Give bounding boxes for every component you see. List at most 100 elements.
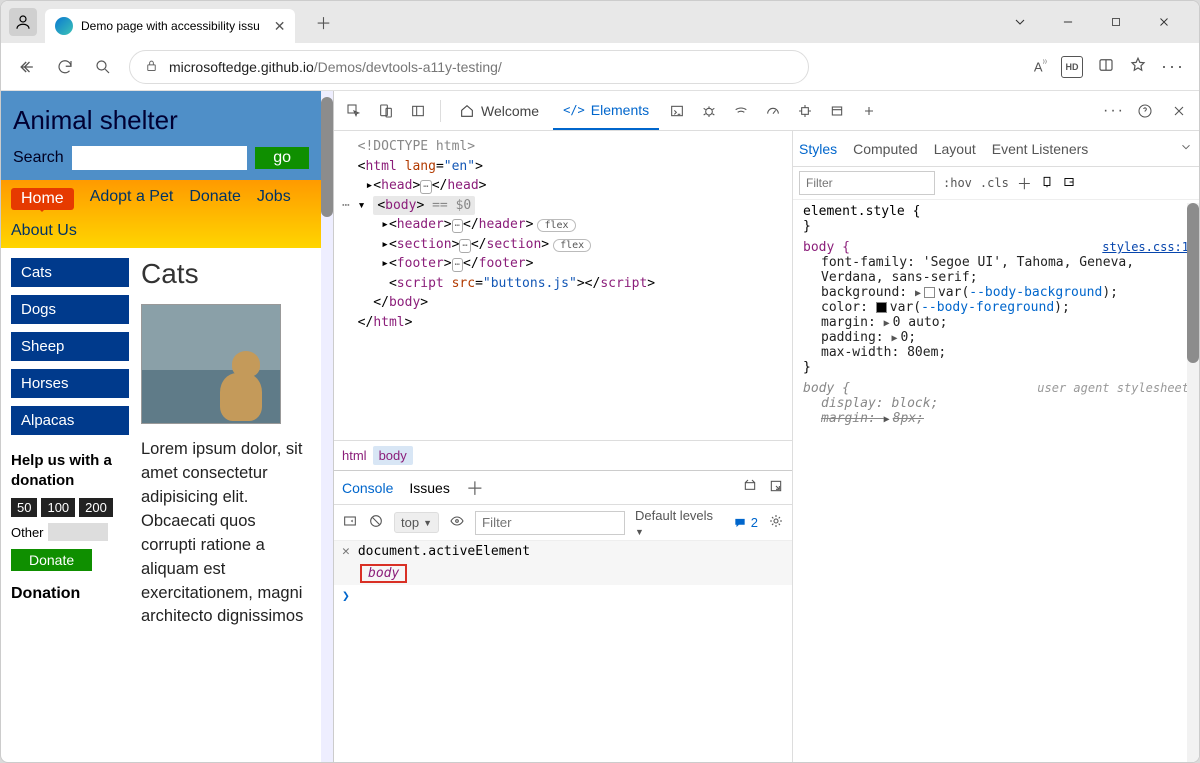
browser-tab[interactable]: Demo page with accessibility issu ✕: [45, 9, 295, 43]
dock-drawer-button[interactable]: [768, 478, 784, 497]
nav-donate[interactable]: Donate: [189, 188, 241, 210]
refresh-button[interactable]: [53, 55, 77, 79]
page-scrollbar[interactable]: [321, 91, 333, 762]
drawer-tab-issues[interactable]: Issues: [409, 480, 449, 496]
gauge-icon: [765, 103, 781, 119]
close-window-button[interactable]: [1149, 7, 1179, 37]
crumb-body[interactable]: body: [373, 446, 413, 465]
tab-memory-icon[interactable]: [791, 97, 819, 125]
tab-network-icon[interactable]: [727, 97, 755, 125]
nav-jobs[interactable]: Jobs: [257, 188, 291, 210]
other-amount-input[interactable]: [48, 523, 108, 541]
sidebar-item-dogs[interactable]: Dogs: [11, 295, 129, 324]
tabs-overview-button[interactable]: [1005, 7, 1035, 37]
url-bar[interactable]: microsoftedge.github.io/Demos/devtools-a…: [129, 50, 809, 84]
issues-count-badge[interactable]: 2: [733, 515, 758, 530]
site-search-input[interactable]: [72, 146, 248, 170]
search-button[interactable]: [91, 55, 115, 79]
clear-icon: [368, 513, 384, 529]
donate-button[interactable]: Donate: [11, 549, 92, 571]
console-settings-button[interactable]: [768, 513, 784, 532]
log-result-highlighted[interactable]: body: [360, 564, 407, 583]
device-toggle-button[interactable]: [372, 97, 400, 125]
styles-tab-styles[interactable]: Styles: [799, 141, 837, 157]
minimize-button[interactable]: [1053, 7, 1083, 37]
person-icon: [14, 13, 32, 31]
wifi-icon: [733, 103, 749, 119]
hd-button[interactable]: HD: [1061, 56, 1083, 78]
live-expr-button[interactable]: [449, 513, 465, 532]
read-aloud-button[interactable]: A⁾⁾: [1034, 58, 1047, 74]
toggle-layout-button[interactable]: [1062, 175, 1076, 192]
toggle-cls-button[interactable]: .cls: [980, 176, 1009, 190]
rendered-page: Animal shelter Search go Home Adopt a Pe…: [1, 91, 321, 762]
sidebar-item-alpacas[interactable]: Alpacas: [11, 406, 129, 435]
nav-about[interactable]: About Us: [11, 222, 77, 240]
tab-performance-icon[interactable]: [759, 97, 787, 125]
expand-drawer-button[interactable]: [742, 478, 758, 497]
log-expression: document.activeElement: [358, 544, 530, 559]
styles-body[interactable]: element.style { } body {styles.css:1 fon…: [793, 200, 1199, 762]
dom-tree[interactable]: <!DOCTYPE html> <html lang="en"> ▸<head>…: [334, 131, 792, 440]
nav-home[interactable]: Home: [11, 188, 74, 210]
tab-welcome[interactable]: Welcome: [449, 92, 549, 130]
new-tab-button[interactable]: ＋: [309, 8, 337, 36]
site-title: Animal shelter: [13, 105, 309, 136]
styles-tab-computed[interactable]: Computed: [853, 141, 918, 157]
reader-button[interactable]: [1097, 56, 1115, 77]
dom-selected-body[interactable]: ⋯ ▾ <body> == $0: [342, 196, 784, 216]
tab-sources-icon[interactable]: [695, 97, 723, 125]
styles-scrollbar[interactable]: [1187, 203, 1199, 762]
lock-icon: [144, 58, 159, 76]
sidebar-item-sheep[interactable]: Sheep: [11, 332, 129, 361]
sidebar-item-horses[interactable]: Horses: [11, 369, 129, 398]
new-style-rule-button[interactable]: ＋: [1017, 173, 1032, 194]
console-context-selector[interactable]: top ▼: [394, 512, 439, 533]
search-go-button[interactable]: go: [255, 147, 309, 169]
profile-button[interactable]: [9, 8, 37, 36]
clear-console-button[interactable]: [368, 513, 384, 532]
donation-heading: Donation: [11, 585, 129, 603]
nav-adopt[interactable]: Adopt a Pet: [90, 188, 174, 210]
crumb-html[interactable]: html: [342, 448, 367, 463]
styles-tab-events[interactable]: Event Listeners: [992, 141, 1089, 157]
search-icon: [94, 58, 112, 76]
sidebar-item-cats[interactable]: Cats: [11, 258, 129, 287]
more-button[interactable]: ···: [1161, 56, 1185, 77]
maximize-button[interactable]: [1101, 7, 1131, 37]
favorite-button[interactable]: [1129, 56, 1147, 77]
console-prompt[interactable]: ❯: [334, 585, 792, 608]
tab-elements[interactable]: </> Elements: [553, 92, 659, 130]
chevron-down-icon: [1179, 140, 1193, 154]
styles-overflow-button[interactable]: [1179, 140, 1193, 157]
drawer-add-tab-button[interactable]: ＋: [466, 475, 484, 501]
help-button[interactable]: [1131, 97, 1159, 125]
more-tabs-button[interactable]: [855, 97, 883, 125]
donation-200[interactable]: 200: [79, 498, 113, 517]
dismiss-log-button[interactable]: ✕: [342, 544, 350, 559]
donation-100[interactable]: 100: [41, 498, 75, 517]
close-icon: [1171, 103, 1187, 119]
styles-tab-layout[interactable]: Layout: [934, 141, 976, 157]
devtools-more-button[interactable]: ···: [1103, 102, 1125, 120]
console-sidebar-toggle[interactable]: [342, 513, 358, 532]
copy-styles-button[interactable]: [1040, 175, 1054, 192]
tab-close-button[interactable]: ✕: [274, 18, 286, 35]
toggle-hov-button[interactable]: :hov: [943, 176, 972, 190]
breadcrumbs[interactable]: html body: [334, 440, 792, 470]
close-devtools-button[interactable]: [1165, 97, 1193, 125]
log-levels-selector[interactable]: Default levels ▼: [635, 508, 723, 538]
styles-filter-input[interactable]: [799, 171, 935, 195]
chevron-down-icon: [1012, 14, 1028, 30]
inspect-button[interactable]: [340, 97, 368, 125]
console-filter-input[interactable]: [475, 511, 625, 535]
source-link[interactable]: styles.css:1: [1102, 240, 1189, 254]
chat-icon: [733, 516, 747, 530]
refresh-icon: [56, 58, 74, 76]
back-button[interactable]: [15, 55, 39, 79]
tab-console-icon[interactable]: [663, 97, 691, 125]
toggle-sidebar-button[interactable]: [404, 97, 432, 125]
drawer-tab-console[interactable]: Console: [342, 480, 393, 496]
tab-application-icon[interactable]: [823, 97, 851, 125]
donation-50[interactable]: 50: [11, 498, 37, 517]
